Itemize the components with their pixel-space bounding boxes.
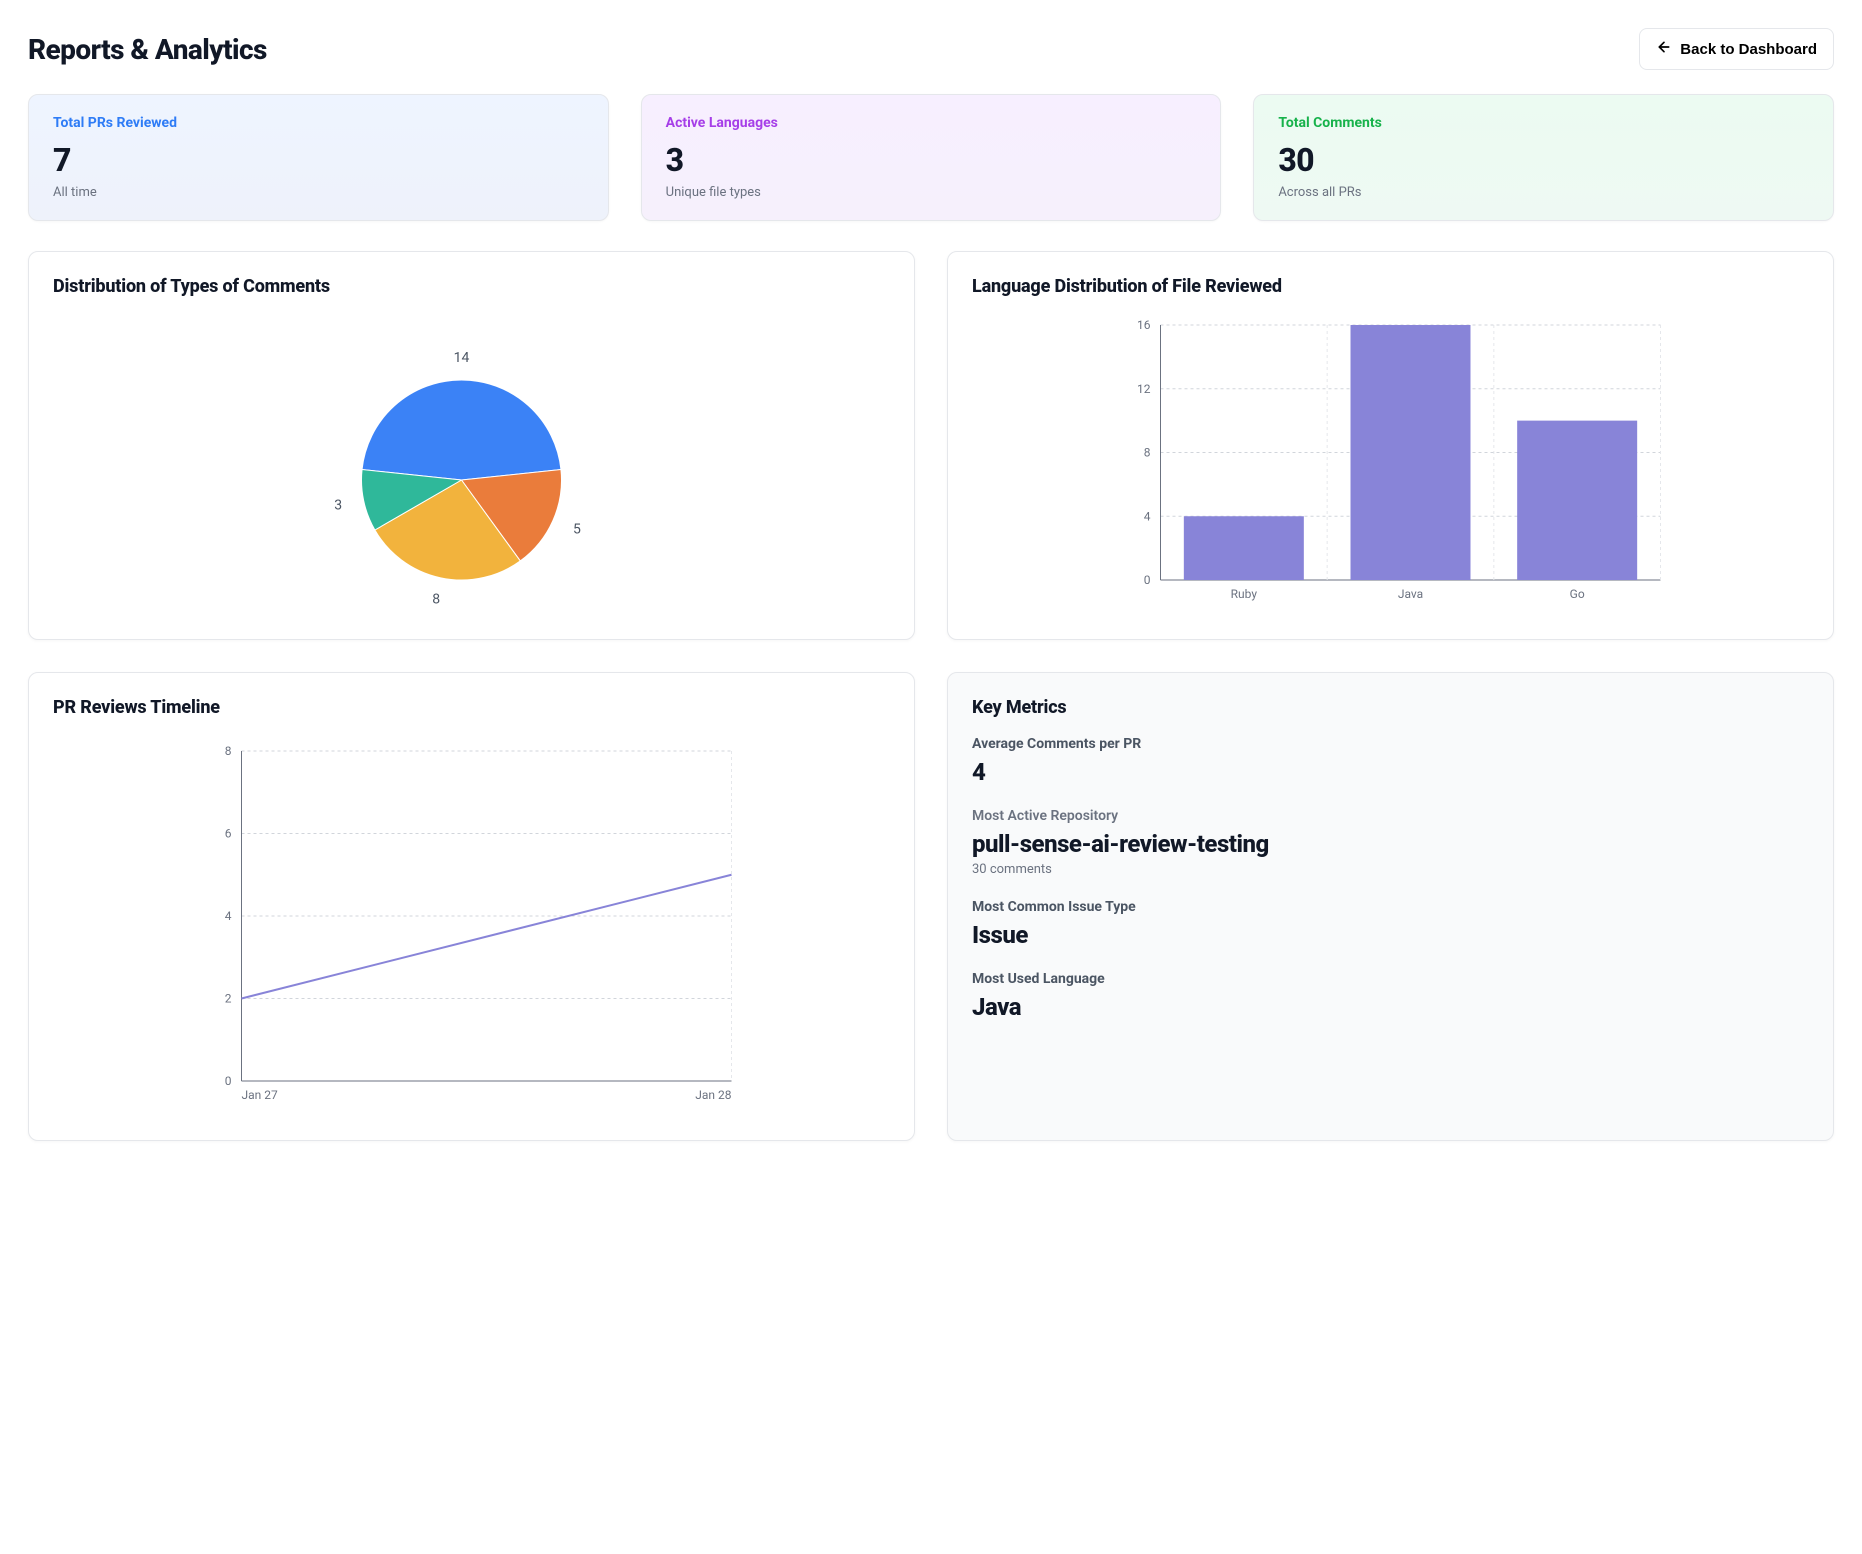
svg-text:0: 0 [1144,573,1151,587]
stats-row: Total PRs Reviewed 7 All time Active Lan… [28,94,1834,221]
card-title: Language Distribution of File Reviewed [972,276,1809,297]
svg-text:16: 16 [1137,318,1151,332]
stat-card-active-languages: Active Languages 3 Unique file types [641,94,1222,221]
svg-text:4: 4 [225,909,232,923]
svg-text:8: 8 [432,591,440,607]
svg-text:12: 12 [1137,382,1151,396]
arrow-left-icon [1656,39,1672,59]
metric-avg-comments: Average Comments per PR 4 [972,736,1809,786]
metric-value: pull-sense-ai-review-testing [972,830,1809,858]
svg-text:14: 14 [454,350,470,366]
metric-note: 30 comments [972,862,1809,877]
comment-types-card: Distribution of Types of Comments 14 5 8 3 [28,251,915,640]
svg-text:3: 3 [334,497,342,513]
stat-card-total-comments: Total Comments 30 Across all PRs [1253,94,1834,221]
metric-most-active-repo: Most Active Repository pull-sense-ai-rev… [972,808,1809,877]
svg-text:0: 0 [225,1074,232,1088]
comment-types-pie-chart: 14 5 8 3 [53,315,890,615]
svg-text:Jan 27: Jan 27 [242,1088,278,1102]
stat-value: 30 [1278,141,1809,179]
stat-label: Total PRs Reviewed [53,115,584,131]
metric-value: Issue [972,921,1809,949]
card-title: PR Reviews Timeline [53,697,890,718]
page-title: Reports & Analytics [28,33,267,66]
language-bar-chart: 0 4 8 12 16 Ruby Java Go [972,315,1809,615]
stat-label: Active Languages [666,115,1197,131]
svg-text:5: 5 [573,522,581,538]
svg-text:4: 4 [1144,509,1151,523]
svg-text:Ruby: Ruby [1231,587,1258,601]
metric-label: Average Comments per PR [972,736,1809,752]
card-title: Key Metrics [972,697,1809,718]
svg-text:8: 8 [225,744,232,758]
pr-timeline-line-chart: 0 2 4 6 8 Jan 27 Jan 28 [53,736,890,1116]
metric-label: Most Active Repository [972,808,1809,824]
stat-label: Total Comments [1278,115,1809,131]
stat-sub: Unique file types [666,185,1197,200]
svg-text:Jan 28: Jan 28 [695,1088,731,1102]
language-distribution-card: Language Distribution of File Reviewed 0… [947,251,1834,640]
stat-sub: Across all PRs [1278,185,1809,200]
metric-label: Most Used Language [972,971,1809,987]
metric-label: Most Common Issue Type [972,899,1809,915]
key-metrics-card: Key Metrics Average Comments per PR 4 Mo… [947,672,1834,1141]
metric-most-common-issue: Most Common Issue Type Issue [972,899,1809,949]
svg-text:Go: Go [1570,587,1585,601]
card-title: Distribution of Types of Comments [53,276,890,297]
svg-text:6: 6 [225,827,232,841]
back-button-label: Back to Dashboard [1680,41,1817,58]
stat-value: 3 [666,141,1197,179]
stat-card-total-prs: Total PRs Reviewed 7 All time [28,94,609,221]
metric-value: Java [972,993,1809,1021]
svg-text:Java: Java [1398,587,1423,601]
back-to-dashboard-button[interactable]: Back to Dashboard [1639,28,1834,70]
stat-value: 7 [53,141,584,179]
svg-text:2: 2 [225,992,232,1006]
metric-value: 4 [972,758,1809,786]
pr-timeline-card: PR Reviews Timeline 0 2 4 6 8 Jan 27 Jan 28 [28,672,915,1141]
stat-sub: All time [53,185,584,200]
metric-most-used-language: Most Used Language Java [972,971,1809,1021]
svg-text:8: 8 [1144,446,1151,460]
